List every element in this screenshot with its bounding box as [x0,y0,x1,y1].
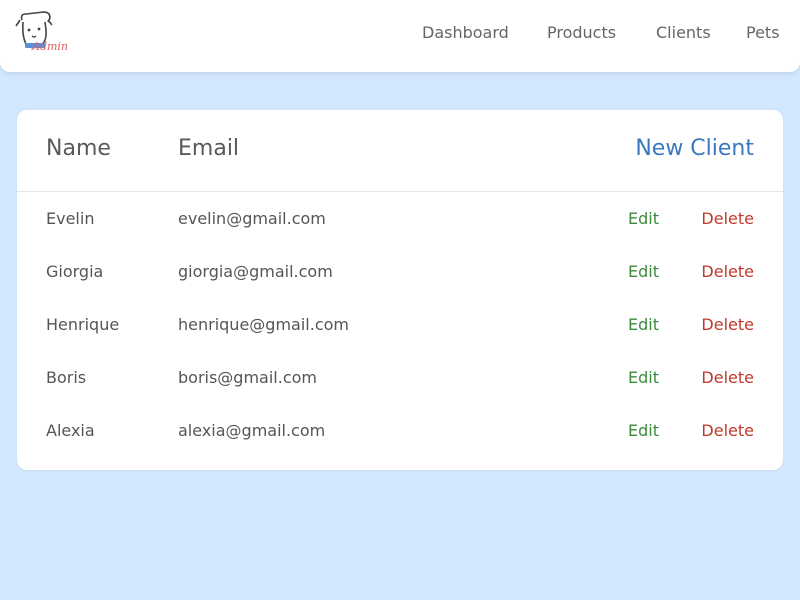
edit-button[interactable]: Edit [628,404,659,457]
client-name: Boris [46,368,87,387]
client-name: Alexia [46,421,95,440]
delete-button[interactable]: Delete [701,404,754,457]
client-name: Henrique [46,315,120,334]
table-row: Evelin evelin@gmail.com Edit Delete [17,192,783,245]
delete-button[interactable]: Delete [701,192,754,245]
column-header-email: Email [178,136,240,161]
table-row: Boris boris@gmail.com Edit Delete [17,351,783,404]
nav-pets[interactable]: Pets [746,0,780,64]
svg-text:Admin: Admin [31,40,68,53]
edit-button[interactable]: Edit [628,245,659,298]
nav-clients[interactable]: Clients [656,0,711,64]
client-email: henrique@gmail.com [178,315,349,334]
table-row: Giorgia giorgia@gmail.com Edit Delete [17,245,783,298]
column-header-name: Name [46,136,111,161]
nav-link-clients[interactable]: Clients [656,23,711,42]
client-email: evelin@gmail.com [178,209,326,228]
clients-table-card: Name Email New Client Evelin evelin@gmai… [17,110,783,470]
dog-admin-logo-icon[interactable]: Admin [14,10,70,56]
client-name: Evelin [46,209,95,228]
nav-dashboard[interactable]: Dashboard [422,0,509,64]
new-client-button[interactable]: New Client [635,136,754,161]
client-email: alexia@gmail.com [178,421,326,440]
nav-link-dashboard[interactable]: Dashboard [422,23,509,42]
table-header: Name Email New Client [17,110,783,192]
edit-button[interactable]: Edit [628,351,659,404]
delete-button[interactable]: Delete [701,298,754,351]
delete-button[interactable]: Delete [701,351,754,404]
table-row: Henrique henrique@gmail.com Edit Delete [17,298,783,351]
top-navbar: Admin Dashboard Products Clients Pets [0,0,800,72]
client-email: boris@gmail.com [178,368,317,387]
delete-button[interactable]: Delete [701,245,754,298]
table-row: Alexia alexia@gmail.com Edit Delete [17,404,783,457]
client-name: Giorgia [46,262,104,281]
nav-products[interactable]: Products [547,0,616,64]
client-email: giorgia@gmail.com [178,262,333,281]
nav-link-products[interactable]: Products [547,23,616,42]
nav-link-pets[interactable]: Pets [746,23,780,42]
edit-button[interactable]: Edit [628,192,659,245]
edit-button[interactable]: Edit [628,298,659,351]
